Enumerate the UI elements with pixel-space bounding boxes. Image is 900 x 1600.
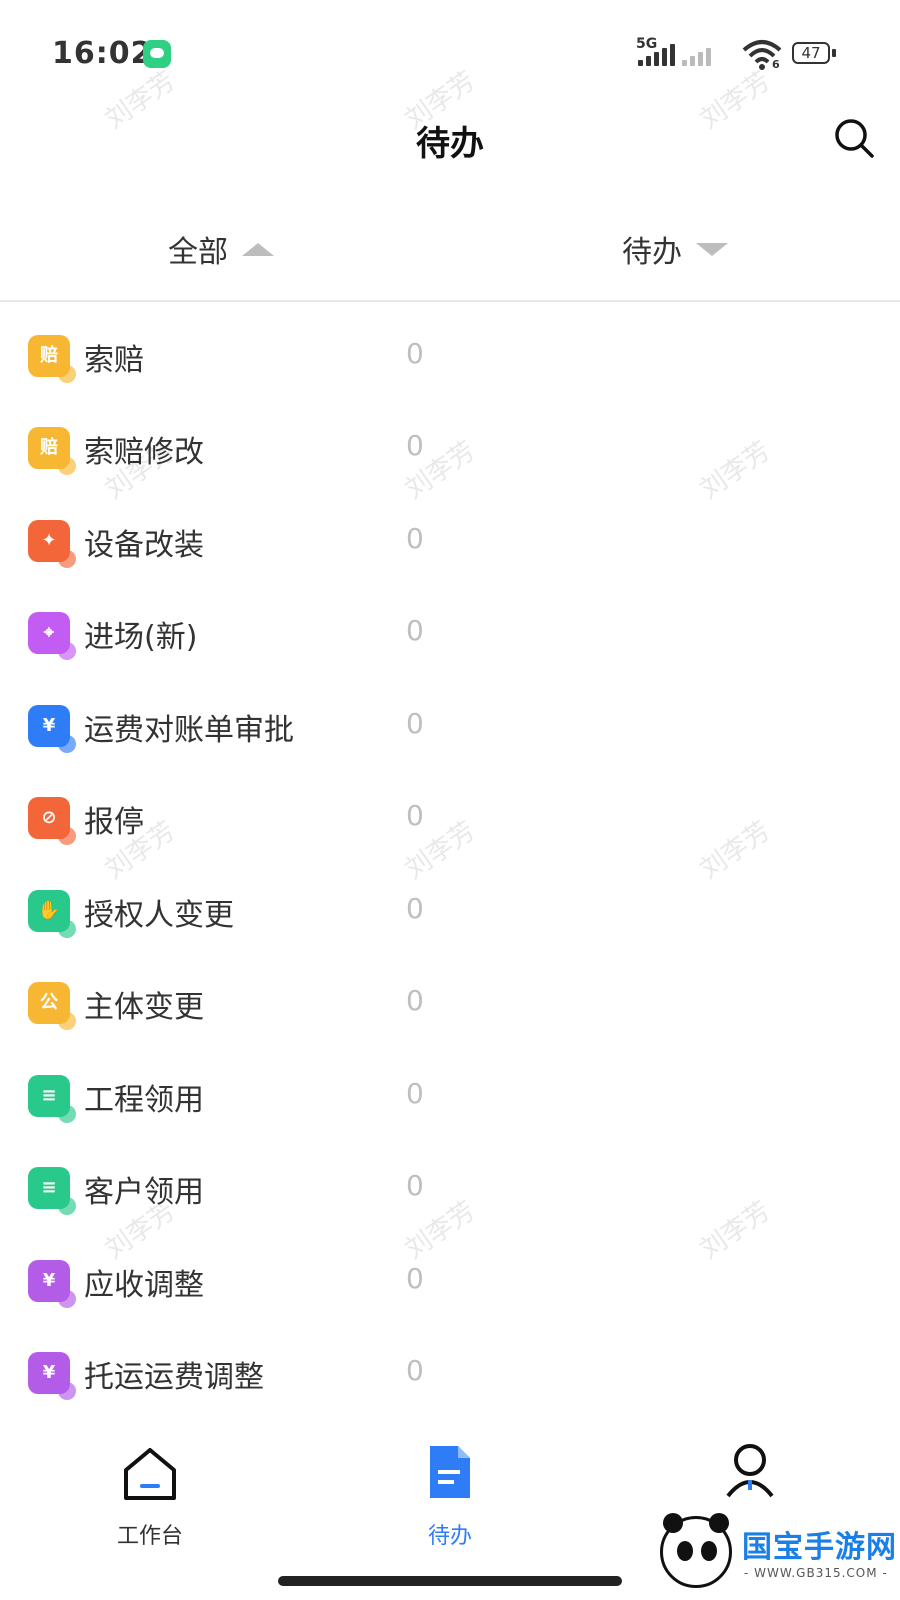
list-item-label: 设备改装: [84, 528, 204, 563]
status-filter-label: 待办: [622, 235, 682, 270]
filter-bar: 全部 待办: [0, 200, 900, 302]
tab-workbench[interactable]: 工作台: [70, 1438, 230, 1549]
list-item-label: 进场(新): [84, 620, 198, 655]
site-watermark-logo: 国宝手游网 - WWW.GB315.COM -: [648, 1508, 900, 1600]
chat-notification-icon: [143, 40, 171, 68]
document-icon: [430, 1446, 470, 1498]
list-item[interactable]: 赔 索赔 0: [0, 313, 900, 407]
list-item-label: 索赔: [84, 343, 144, 378]
list-item-label: 工程领用: [84, 1083, 204, 1118]
wifi-icon: 6: [742, 38, 782, 71]
user-icon: [726, 1444, 774, 1498]
list-item-count: 0: [406, 522, 424, 555]
category-filter-label: 全部: [168, 235, 228, 270]
list-item[interactable]: 赔 索赔修改 0: [0, 405, 900, 499]
wifi-badge: 6: [772, 58, 780, 71]
status-time: 16:02: [52, 36, 153, 71]
list-item-label: 授权人变更: [84, 898, 234, 933]
list-item-label: 运费对账单审批: [84, 713, 294, 748]
receivable-adjust-icon: ¥: [28, 1260, 76, 1308]
entity-change-icon: 公: [28, 982, 76, 1030]
tab-todo-label: 待办: [427, 1524, 472, 1549]
network-type: 5G: [636, 36, 658, 52]
battery-level: 47: [792, 42, 830, 64]
list-item[interactable]: ¥ 托运运费调整 0: [0, 1330, 900, 1424]
authorized-person-icon: ✋: [28, 890, 76, 938]
list-item-count: 0: [406, 429, 424, 462]
cellular-signal-icon: 5G: [636, 36, 711, 70]
list-item[interactable]: ¥ 运费对账单审批 0: [0, 683, 900, 777]
list-item-count: 0: [406, 1077, 424, 1110]
shipping-fee-adjust-icon: ¥: [28, 1352, 76, 1400]
site-name: 国宝手游网: [742, 1530, 897, 1565]
site-url: - WWW.GB315.COM -: [744, 1566, 888, 1580]
customer-requisition-icon: ≡: [28, 1167, 76, 1215]
claim-icon: 赔: [28, 335, 76, 383]
header: 待办: [0, 100, 900, 180]
triangle-down-icon: [696, 242, 728, 256]
tab-workbench-label: 工作台: [116, 1524, 183, 1549]
list-item[interactable]: ✦ 设备改装 0: [0, 498, 900, 592]
claim-edit-icon: 赔: [28, 427, 76, 475]
list-item-label: 主体变更: [84, 990, 204, 1025]
list-item-count: 0: [406, 1262, 424, 1295]
list-item-count: 0: [406, 614, 424, 647]
list-item-label: 应收调整: [84, 1268, 204, 1303]
panda-logo-icon: [660, 1513, 732, 1588]
battery-icon: 47: [792, 38, 836, 70]
list-item[interactable]: ≡ 工程领用 0: [0, 1053, 900, 1147]
list-item-count: 0: [406, 799, 424, 832]
list-item-count: 0: [406, 337, 424, 370]
tab-todo[interactable]: 待办: [370, 1438, 530, 1549]
equipment-modify-icon: ✦: [28, 520, 76, 568]
suspend-icon: ⊘: [28, 797, 76, 845]
list-item[interactable]: ✋ 授权人变更 0: [0, 868, 900, 962]
list-item-count: 0: [406, 1354, 424, 1387]
category-filter[interactable]: 全部: [168, 224, 274, 274]
triangle-up-icon: [242, 242, 274, 256]
list-item[interactable]: 公 主体变更 0: [0, 960, 900, 1054]
entry-icon: ⌖: [28, 612, 76, 660]
list-item-label: 客户领用: [84, 1175, 204, 1210]
page-title: 待办: [416, 124, 484, 164]
list-item[interactable]: ¥ 应收调整 0: [0, 1238, 900, 1332]
status-bar: 16:02 5G 6 47: [0, 0, 900, 100]
list-item[interactable]: ⌖ 进场(新) 0: [0, 590, 900, 684]
home-icon: [124, 1448, 176, 1500]
list-item-label: 索赔修改: [84, 435, 204, 470]
search-icon[interactable]: [833, 117, 875, 159]
list-item-count: 0: [406, 892, 424, 925]
list-item[interactable]: ≡ 客户领用 0: [0, 1145, 900, 1239]
status-filter[interactable]: 待办: [622, 224, 728, 274]
list-item-label: 报停: [84, 805, 144, 840]
list-item-count: 0: [406, 707, 424, 740]
list-item-count: 0: [406, 984, 424, 1017]
home-indicator[interactable]: [278, 1576, 622, 1586]
list-item-count: 0: [406, 1169, 424, 1202]
freight-statement-icon: ¥: [28, 705, 76, 753]
list-item[interactable]: ⊘ 报停 0: [0, 775, 900, 869]
list-item-label: 托运运费调整: [84, 1360, 264, 1395]
project-requisition-icon: ≡: [28, 1075, 76, 1123]
